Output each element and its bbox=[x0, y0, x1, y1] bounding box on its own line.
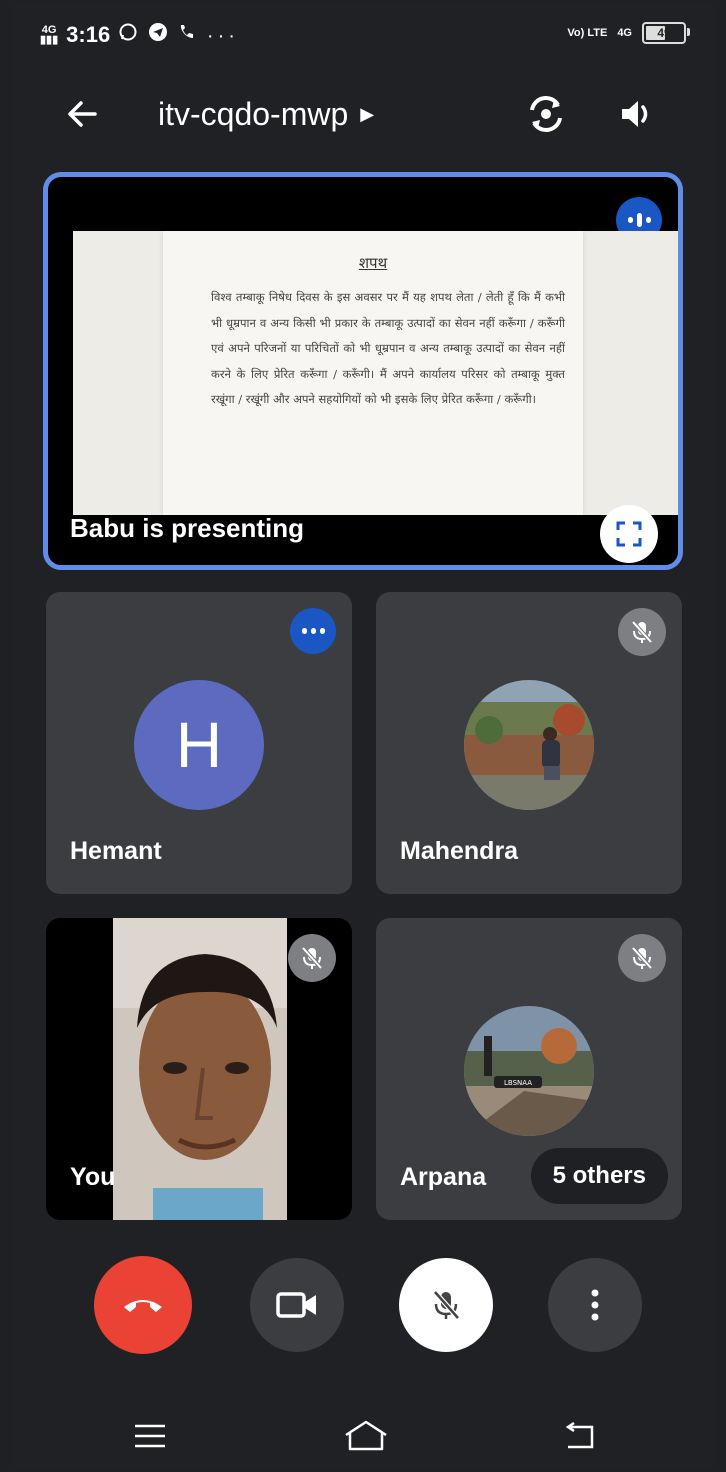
participant-tile-self[interactable]: You bbox=[46, 918, 352, 1220]
participant-tile-arpana[interactable]: LBSNAA Arpana 5 others bbox=[376, 918, 682, 1220]
more-vert-icon bbox=[591, 1289, 599, 1321]
shared-document: शपथ विश्व तम्बाकू निषेध दिवस के इस अवसर … bbox=[73, 231, 678, 515]
home-icon bbox=[345, 1420, 387, 1451]
fullscreen-button[interactable] bbox=[600, 505, 658, 563]
participant-tile-mahendra[interactable]: Mahendra bbox=[376, 592, 682, 894]
avatar-photo: LBSNAA bbox=[464, 1006, 594, 1136]
others-count-button[interactable]: 5 others bbox=[530, 1148, 668, 1204]
camera-toggle-button[interactable] bbox=[250, 1258, 344, 1352]
menu-icon bbox=[135, 1424, 165, 1448]
data-indicator: 4G bbox=[617, 26, 632, 39]
mic-off-icon bbox=[618, 608, 666, 656]
volte-indicator: Vo) LTE bbox=[567, 26, 608, 39]
speaking-indicator-icon bbox=[290, 608, 336, 654]
nav-home-button[interactable] bbox=[336, 1406, 396, 1466]
presentation-tile[interactable]: शपथ विश्व तम्बाकू निषेध दिवस के इस अवसर … bbox=[43, 172, 683, 570]
telegram-icon bbox=[148, 23, 167, 41]
avatar-photo bbox=[464, 680, 594, 810]
avatar: H bbox=[134, 680, 264, 810]
back-icon bbox=[565, 1421, 594, 1449]
more-options-button[interactable] bbox=[548, 1258, 642, 1352]
meet-screen: 4G ▮▮▮ 3:16 ··· Vo) LTE 4G 49 itv-cqdo-mw… bbox=[10, 6, 716, 1466]
more-dots-icon: ··· bbox=[206, 25, 239, 47]
mic-toggle-button[interactable] bbox=[399, 1258, 493, 1352]
presenting-label: Babu is presenting bbox=[70, 513, 305, 543]
self-video bbox=[113, 918, 287, 1220]
fullscreen-icon bbox=[616, 521, 642, 547]
notification-icons: ··· bbox=[118, 22, 239, 48]
battery-level: 49 bbox=[657, 26, 671, 40]
participant-name: Hemant bbox=[70, 837, 162, 865]
clock: 3:16 bbox=[66, 22, 111, 47]
meeting-title-button[interactable]: itv-cqdo-mwp ▶ bbox=[158, 96, 374, 133]
document-title: शपथ bbox=[358, 254, 388, 272]
document-body: विश्व तम्बाकू निषेध दिवस के इस अवसर पर म… bbox=[211, 290, 565, 406]
participant-name: Arpana bbox=[400, 1163, 487, 1191]
nav-menu-button[interactable] bbox=[120, 1406, 180, 1466]
mic-off-icon bbox=[288, 934, 336, 982]
participant-tile-hemant[interactable]: H Hemant bbox=[46, 592, 352, 894]
svg-text:LBSNAA: LBSNAA bbox=[504, 1079, 532, 1087]
camera-icon bbox=[276, 1292, 316, 1318]
switch-camera-icon bbox=[530, 95, 562, 133]
back-button[interactable] bbox=[54, 86, 110, 142]
mic-off-icon bbox=[433, 1290, 460, 1320]
switch-camera-button[interactable] bbox=[518, 86, 574, 142]
meeting-header: itv-cqdo-mwp ▶ bbox=[10, 86, 716, 146]
whatsapp-icon bbox=[119, 23, 137, 41]
nav-back-button[interactable] bbox=[550, 1406, 610, 1466]
status-bar: 4G ▮▮▮ 3:16 ··· Vo) LTE 4G 49 bbox=[10, 6, 716, 64]
meeting-code: itv-cqdo-mwp bbox=[158, 96, 349, 132]
battery-icon: 49 bbox=[642, 22, 690, 44]
speaker-icon bbox=[622, 101, 648, 127]
audio-output-button[interactable] bbox=[608, 86, 664, 142]
end-call-icon bbox=[124, 1300, 162, 1312]
mic-off-icon bbox=[618, 934, 666, 982]
caret-right-icon: ▶ bbox=[360, 104, 375, 124]
participant-name: You bbox=[70, 1163, 116, 1191]
network-signal: 4G ▮▮▮ bbox=[40, 24, 59, 46]
arrow-left-icon bbox=[68, 101, 97, 127]
participant-name: Mahendra bbox=[400, 837, 519, 865]
end-call-button[interactable] bbox=[94, 1256, 192, 1354]
missed-call-icon bbox=[181, 25, 194, 38]
